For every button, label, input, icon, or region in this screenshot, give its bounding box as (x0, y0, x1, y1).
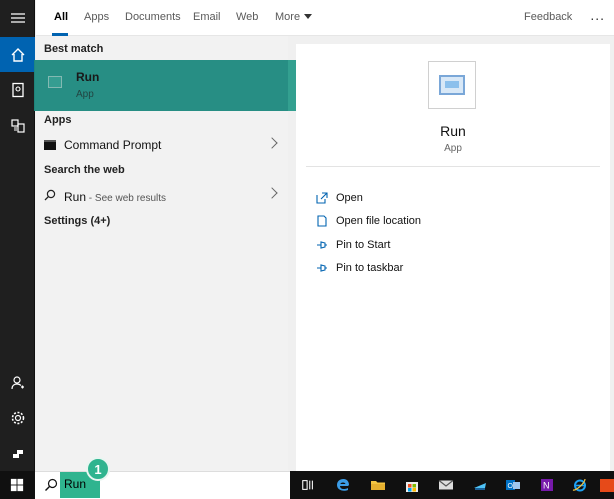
file-explorer-icon[interactable] (368, 475, 388, 495)
start-search-window: All Apps Documents Email Web More Feedba… (0, 0, 614, 499)
tab-web[interactable]: Web (236, 11, 258, 23)
file-location-icon (317, 215, 327, 227)
list-item-command-prompt[interactable]: Command Prompt (36, 133, 288, 157)
feedback-hub-icon[interactable] (0, 435, 35, 470)
search-web-header: Search the web (44, 164, 125, 176)
search-input[interactable]: Run (64, 477, 86, 491)
notebook-icon[interactable] (0, 72, 35, 107)
tab-email[interactable]: Email (193, 11, 221, 23)
left-rail (0, 0, 35, 471)
feedback-link[interactable]: Feedback (524, 11, 572, 23)
preview-subtitle: App (444, 143, 462, 154)
web-result-suffix: - See web results (86, 193, 167, 204)
action-pin-to-start[interactable]: Pin to Start (316, 236, 390, 254)
best-match-title: Run (76, 70, 100, 84)
action-label: Open (336, 192, 363, 204)
mail-icon[interactable] (436, 475, 456, 495)
home-icon[interactable] (0, 37, 35, 72)
tab-apps[interactable]: Apps (84, 11, 109, 23)
onenote-icon[interactable]: N (537, 475, 557, 495)
edge-icon[interactable] (333, 475, 353, 495)
search-icon (44, 189, 56, 201)
web-result-query: Run (64, 190, 87, 204)
chevron-right-icon[interactable] (266, 187, 278, 199)
open-icon (316, 192, 328, 204)
tab-all[interactable]: All (54, 11, 68, 23)
tab-more[interactable]: More (275, 11, 313, 23)
action-open[interactable]: Open (316, 189, 363, 207)
action-pin-to-taskbar[interactable]: Pin to taskbar (316, 259, 403, 277)
pin-icon (317, 241, 327, 249)
user-icon[interactable] (0, 365, 35, 400)
chevron-right-icon[interactable] (266, 137, 278, 149)
svg-text:N: N (543, 481, 550, 491)
svg-text:O: O (508, 483, 514, 490)
pin-icon (317, 264, 327, 272)
list-item-label: Command Prompt (64, 138, 162, 152)
outlook-icon[interactable]: O (503, 475, 523, 495)
run-app-large-icon (428, 61, 476, 109)
divider (306, 166, 600, 167)
best-match-header: Best match (44, 43, 104, 55)
windows-start-icon[interactable] (7, 475, 27, 495)
action-label: Open file location (336, 215, 421, 227)
action-label: Pin to taskbar (336, 262, 404, 274)
app-preview-panel: Run App Open Open file location Pin to S… (296, 44, 610, 471)
web-result-text: Run - See web results (64, 188, 166, 206)
settings-gear-icon[interactable] (0, 400, 35, 435)
preview-title: Run (440, 123, 466, 139)
action-open-file-location[interactable]: Open file location (316, 212, 421, 230)
hamburger-menu-icon[interactable] (0, 0, 35, 35)
step-badge-1: 1 (86, 457, 110, 481)
tab-documents[interactable]: Documents (125, 11, 181, 23)
tab-more-label: More (275, 11, 301, 23)
internet-explorer-icon[interactable] (570, 475, 590, 495)
store-icon[interactable] (402, 475, 422, 495)
command-prompt-icon (44, 140, 56, 150)
weather-icon[interactable] (470, 475, 490, 495)
apps-header: Apps (44, 114, 72, 126)
app-icon[interactable] (600, 475, 614, 495)
best-match-subtitle: App (76, 89, 94, 100)
search-icon (45, 478, 58, 491)
chevron-down-icon (304, 14, 313, 19)
list-item-web-search[interactable]: Run - See web results (36, 183, 288, 207)
search-filter-tabs: All Apps Documents Email Web More Feedba… (36, 0, 614, 36)
task-view-icon[interactable] (298, 475, 318, 495)
best-match-item[interactable]: Run App (34, 60, 288, 111)
run-app-icon (48, 76, 62, 88)
collections-icon[interactable] (0, 108, 35, 143)
settings-header[interactable]: Settings (4+) (44, 215, 110, 227)
more-options-icon[interactable]: ... (590, 7, 605, 23)
action-label: Pin to Start (336, 239, 391, 251)
